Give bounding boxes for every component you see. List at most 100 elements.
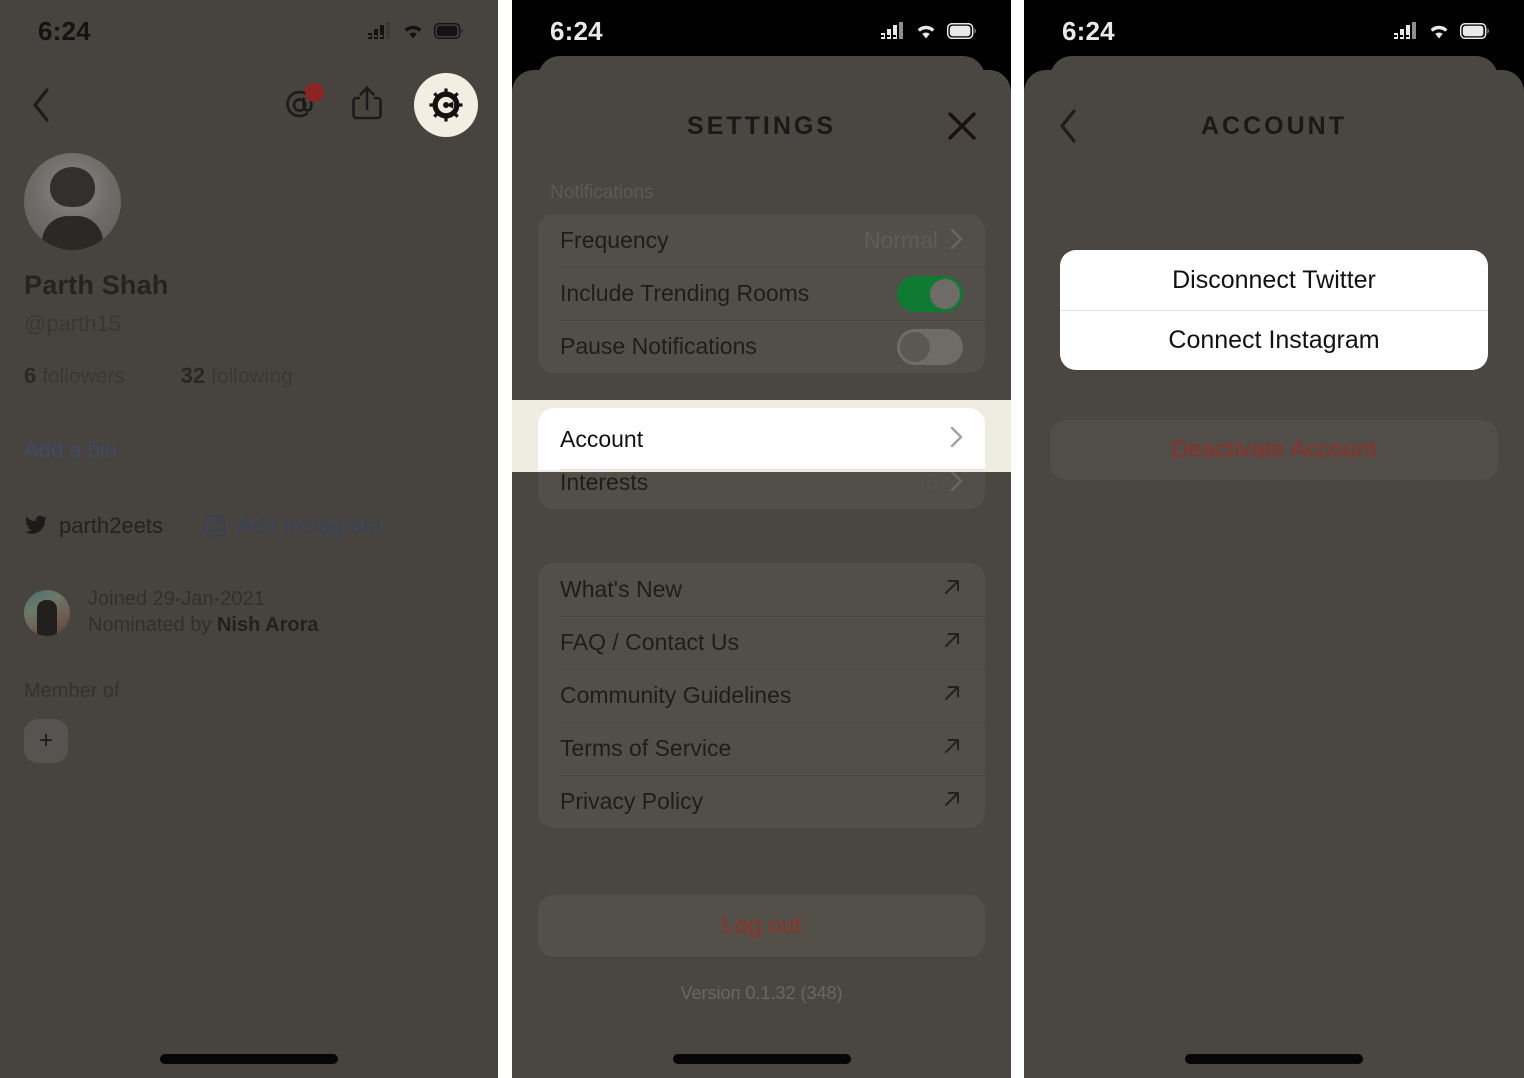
connect-instagram-button[interactable]: Connect Instagram <box>1060 310 1488 370</box>
joined-text-block: Joined 29-Jan-2021 Nominated by Nish Aro… <box>88 587 318 638</box>
profile-top-bar <box>24 62 478 148</box>
row-divider <box>560 469 985 470</box>
account-title: ACCOUNT <box>1201 111 1347 140</box>
toggle-knob <box>930 278 960 309</box>
account-action-sheet: Disconnect Twitter Connect Instagram <box>1060 250 1488 370</box>
status-bar-time: 6:24 <box>550 15 603 46</box>
status-bar-time: 6:24 <box>38 15 91 46</box>
settings-title: SETTINGS <box>686 111 836 140</box>
chevron-right-icon <box>950 228 963 254</box>
external-link-icon <box>941 788 963 815</box>
nominated-by-name[interactable]: Nish Arora <box>217 614 319 636</box>
disconnect-twitter-button[interactable]: Disconnect Twitter <box>1060 250 1488 310</box>
profile-content: Parth Shah @parth15 6 followers 32 follo… <box>0 62 498 1078</box>
settings-row-whats-new[interactable]: What's New <box>538 563 985 616</box>
profile-display-name: Parth Shah <box>24 270 169 300</box>
twitter-icon <box>25 515 47 534</box>
status-bar: 6:24 <box>512 0 1011 62</box>
toggle-include-trending-rooms[interactable] <box>897 275 963 312</box>
add-club-plus-button[interactable]: + <box>24 719 68 764</box>
back-chevron-icon[interactable] <box>1050 108 1086 144</box>
account-header: ACCOUNT <box>1024 70 1524 182</box>
row-label: Terms of Service <box>560 735 732 761</box>
notifications-group-label: Notifications <box>550 182 654 203</box>
status-bar-time: 6:24 <box>1062 15 1115 46</box>
back-chevron-icon[interactable] <box>24 88 58 122</box>
nominated-line: Nominated by Nish Arora <box>88 613 318 639</box>
row-label: FAQ / Contact Us <box>560 629 739 655</box>
settings-row-account[interactable]: Account <box>538 408 985 470</box>
settings-row-include-trending-rooms[interactable]: Include Trending Rooms <box>538 267 985 320</box>
row-label: Privacy Policy <box>560 788 704 814</box>
home-indicator <box>160 1054 338 1064</box>
settings-sheet: SETTINGS Notifications Frequency Normal <box>512 70 1011 1078</box>
wifi-icon <box>1430 25 1448 39</box>
settings-gear-button[interactable] <box>414 73 478 137</box>
battery-icon <box>947 23 977 39</box>
battery-icon <box>1460 23 1490 39</box>
followers-count: 6 <box>24 363 37 388</box>
row-label: Account <box>560 425 644 452</box>
settings-row-faq-contact-us[interactable]: FAQ / Contact Us <box>538 616 985 669</box>
profile-dim-overlay: 6:24 Parth Shah @parth15 6 followers 32 … <box>0 0 498 1078</box>
version-text: Version 0.1.32 (348) <box>680 983 843 1003</box>
panel-settings-sheet: 6:24 SETTINGS Notifications Frequency No… <box>512 0 1011 1078</box>
settings-header: SETTINGS <box>512 70 1011 182</box>
chevron-right-icon <box>950 426 963 452</box>
nominated-prefix: Nominated by <box>88 613 217 636</box>
home-indicator <box>1185 1054 1363 1064</box>
profile-avatar[interactable] <box>24 153 121 250</box>
nominator-avatar[interactable] <box>24 589 70 636</box>
add-instagram-link[interactable]: Add Instagram <box>203 513 381 539</box>
mentions-badge-dot <box>305 83 324 102</box>
wifi-icon <box>917 25 935 39</box>
followers-label[interactable]: followers <box>42 365 125 388</box>
profile-stats: 6 followers 32 following <box>24 363 474 389</box>
profile-handle: @parth15 <box>24 311 121 336</box>
status-bar-icons <box>368 22 464 40</box>
home-indicator <box>672 1054 851 1064</box>
external-link-icon <box>941 735 963 762</box>
cellular-signal-icon <box>368 22 390 39</box>
settings-row-privacy-policy[interactable]: Privacy Policy <box>538 775 985 828</box>
external-link-icon <box>941 629 963 656</box>
row-label: Include Trending Rooms <box>560 280 810 306</box>
member-of-label: Member of <box>24 680 120 703</box>
settings-row-frequency[interactable]: Frequency Normal <box>538 214 985 267</box>
toggle-pause-notifications[interactable] <box>897 328 963 365</box>
settings-row-community-guidelines[interactable]: Community Guidelines <box>538 669 985 722</box>
row-label: Community Guidelines <box>560 682 792 708</box>
close-x-icon[interactable] <box>943 107 981 145</box>
row-label: Frequency <box>560 227 669 253</box>
status-bar: 6:24 <box>0 0 498 62</box>
settings-row-terms-of-service[interactable]: Terms of Service <box>538 722 985 775</box>
following-count: 32 <box>180 363 206 388</box>
status-bar-icons <box>1394 22 1490 40</box>
joined-date: Joined 29-Jan-2021 <box>88 588 265 610</box>
wifi-icon <box>404 25 422 39</box>
instagram-icon <box>204 515 226 537</box>
row-value: 6 <box>925 469 938 495</box>
status-bar-icons <box>881 22 977 40</box>
row-value: Normal <box>863 227 938 253</box>
toggle-knob <box>900 331 930 362</box>
twitter-handle-text: parth2eets <box>59 513 163 538</box>
mentions-button[interactable] <box>280 83 324 125</box>
following-label[interactable]: following <box>211 365 293 388</box>
panel-account-screen: 6:24 ACCOUNT Disconnect Twitter Connect … <box>1024 0 1524 1078</box>
profile-actions <box>280 73 478 137</box>
add-instagram-text: Add Instagram <box>237 513 382 538</box>
cellular-signal-icon <box>1394 22 1416 39</box>
settings-row-pause-notifications[interactable]: Pause Notifications <box>538 320 985 373</box>
log-out-button[interactable]: Log out <box>538 895 985 957</box>
screenshot-stage: 6:24 Parth Shah @parth15 6 followers 32 … <box>0 0 1524 1078</box>
settings-footer: Log out Version 0.1.32 (348) <box>512 895 1011 1004</box>
joined-info-row: Joined 29-Jan-2021 Nominated by Nish Aro… <box>24 587 474 638</box>
links-card: What's New FAQ / Contact Us Community Gu… <box>538 563 985 828</box>
twitter-handle-link[interactable]: parth2eets <box>24 513 163 539</box>
external-link-icon <box>941 682 963 709</box>
share-button[interactable] <box>350 83 384 128</box>
deactivate-account-button[interactable]: Deactivate Account <box>1050 420 1498 480</box>
cellular-signal-icon <box>881 22 903 39</box>
add-bio-link[interactable]: Add a bio <box>24 437 474 463</box>
